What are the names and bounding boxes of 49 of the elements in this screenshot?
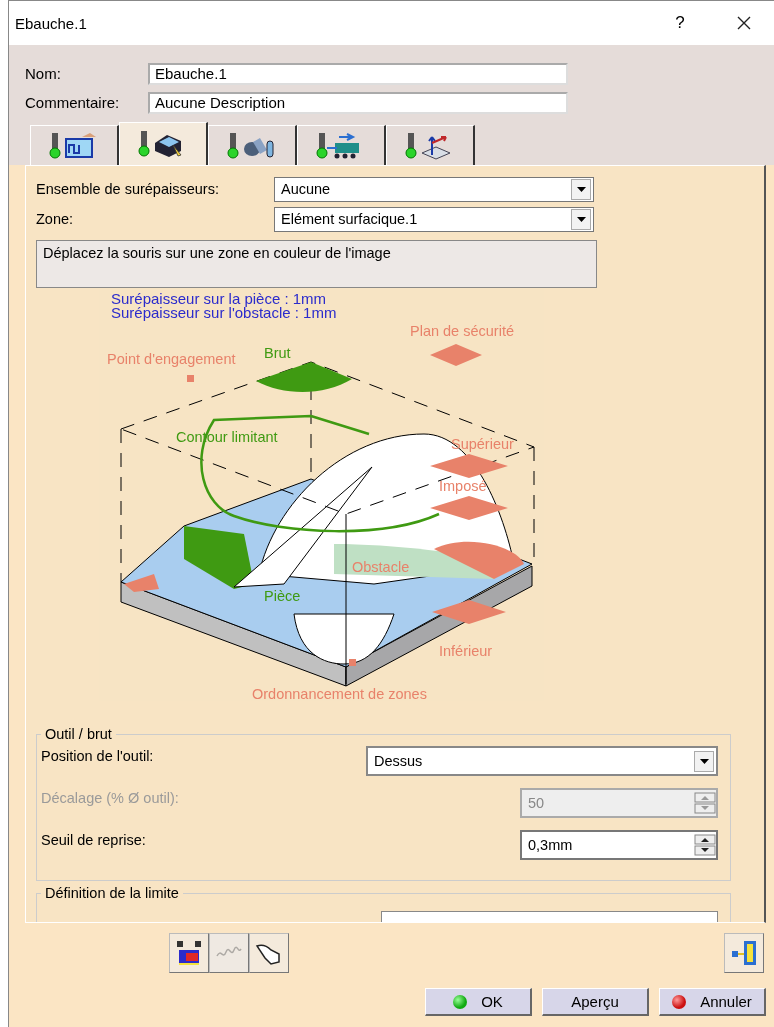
tab[interactable] [297,125,386,165]
dropdown-arrow-icon [699,758,709,764]
status-light-icon [453,994,468,1009]
film-strip-button[interactable] [724,933,764,973]
preview-button[interactable]: Aperçu [542,988,649,1016]
film-strip-icon [729,938,759,968]
tab[interactable] [386,125,475,165]
dropdown-arrow-icon [576,186,586,192]
window-title: Ebauche.1 [15,14,88,32]
dropdown-arrow-icon [576,216,586,222]
dropdown[interactable]: Dessus [366,746,718,776]
spin-arrows-icon [694,792,716,814]
spin-arrows-icon [694,834,716,856]
tab[interactable] [208,125,297,165]
spin-field[interactable]: 0,3mm [520,830,718,860]
field-label: Position de l'outil: [41,747,154,764]
zone-label[interactable]: Pièce [264,588,301,604]
field-label: Nom: [25,65,62,82]
tab[interactable] [119,122,208,165]
field-label: Décalage (% Ø outil): [41,789,179,806]
cancel-button[interactable]: Annuler [659,988,766,1016]
field-label: Seuil de reprise: [41,831,146,848]
ok-button[interactable]: OK [425,988,532,1016]
field-label: Zone: [36,211,75,227]
group-title: Outil / brut [44,726,113,742]
toolbar-button[interactable] [249,933,289,973]
dropdown[interactable]: Elément surfacique.1 [274,206,594,232]
colored-block-icon [174,938,204,968]
comment-field[interactable]: Aucune Description [148,91,568,114]
zone-label[interactable]: Supérieur [451,436,514,452]
zone-label[interactable]: Point d'engagement [107,351,236,367]
zone-label[interactable]: Inférieur [439,643,493,659]
dropdown[interactable]: Aucune [274,176,594,202]
tab[interactable] [30,125,119,165]
zone-label[interactable]: Ordonnancement de zones [252,686,427,702]
zone-label[interactable]: Imposé [439,478,487,494]
hint-text: Déplacez la souris sur une zone en couleur de l'image [36,240,597,288]
thickness-text: Surépaisseur sur la pièce : 1mm [111,290,327,307]
close-icon [736,15,752,31]
status-light-icon [672,994,687,1009]
group-title: Définition de la limite [44,885,180,901]
zone-label[interactable]: Plan de sécurité [410,323,514,339]
zone-label[interactable]: Brut [264,345,291,361]
zone-label[interactable]: Obstacle [352,559,410,575]
field-label: Commentaire: [25,94,121,111]
name-field[interactable]: Ebauche.1 [148,62,568,85]
field-label: Ensemble de surépaisseurs: [36,181,220,197]
help-button[interactable]: ? [650,3,710,43]
toolbar-button[interactable] [169,933,209,973]
